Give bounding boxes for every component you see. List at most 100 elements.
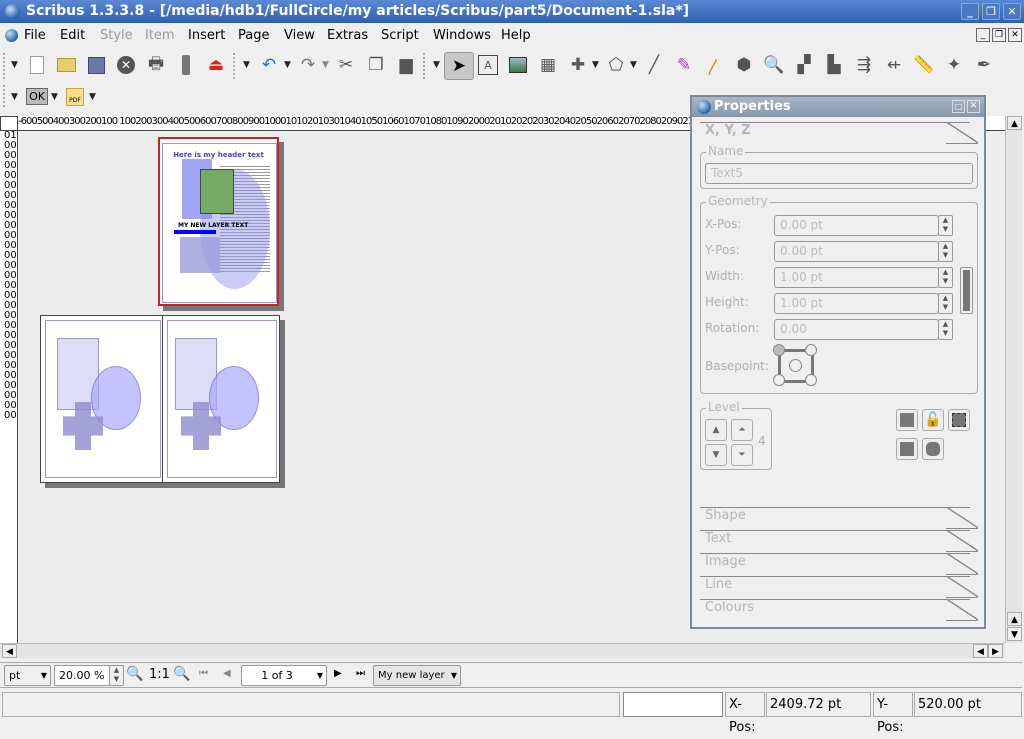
section-shape[interactable]: Shape [700, 507, 978, 529]
toolbar-grip[interactable] [3, 53, 6, 79]
height-spinner[interactable]: ▲ ▼ [938, 293, 953, 314]
printing-enabled-button[interactable] [922, 438, 944, 460]
ruler-origin[interactable] [0, 116, 18, 131]
section-colours[interactable]: Colours [700, 599, 978, 621]
section-text[interactable]: Text [700, 530, 978, 552]
menu-extras[interactable]: Extras [327, 24, 368, 47]
maximize-button[interactable]: ❐ [982, 3, 1000, 20]
zoom-spinner[interactable]: ▲ ▼ [109, 665, 124, 686]
unlink-frames-icon[interactable]: ⇷ [882, 53, 906, 77]
polygon-dropdown[interactable]: ▼ [630, 60, 637, 70]
ypos-field[interactable]: 0.00 pt [774, 241, 939, 262]
float-panel-button[interactable]: □ [952, 100, 965, 113]
open-folder-icon[interactable] [54, 53, 78, 77]
link-frames-icon[interactable]: ⇶ [852, 53, 876, 77]
text-frame-icon[interactable]: A [478, 55, 498, 75]
polygon-icon[interactable]: ⬠ [604, 53, 628, 77]
xpos-spinner[interactable]: ▲ ▼ [938, 215, 953, 236]
toolbar-dropdown[interactable]: ▼ [11, 92, 18, 102]
eyedropper-icon[interactable]: ✒ [972, 53, 996, 77]
minimize-button[interactable]: _ [961, 3, 979, 20]
rotation-spinner[interactable]: ▲ ▼ [938, 319, 953, 340]
redo-dropdown[interactable]: ▼ [322, 60, 329, 70]
toolbar-dropdown[interactable]: ▼ [11, 60, 18, 70]
flip-horizontal-button[interactable] [896, 409, 918, 431]
close-document-icon[interactable]: ✕ [114, 53, 138, 77]
section-line[interactable]: Line [700, 576, 978, 598]
zoom-reset-button[interactable]: 1:1 [149, 667, 170, 682]
scroll-up-button[interactable]: ▲ [1007, 116, 1022, 130]
print-icon[interactable]: 🖶 [144, 53, 168, 77]
name-field[interactable]: Text5 [705, 163, 973, 184]
mdi-restore-button[interactable]: ❐ [992, 28, 1006, 42]
last-page-button[interactable]: ⏭ [356, 668, 365, 679]
horizontal-scrollbar[interactable]: ◀ ◀ ▶ [0, 643, 1005, 658]
width-spinner[interactable]: ▲ ▼ [938, 267, 953, 288]
save-icon[interactable] [84, 53, 108, 77]
copy-properties-icon[interactable]: ✦ [942, 53, 966, 77]
shape-icon[interactable]: ✚ [566, 53, 590, 77]
zoom-in-icon[interactable]: 🔍 [173, 666, 190, 682]
scroll-down-button[interactable]: ▼ [1007, 627, 1022, 641]
page-3[interactable] [162, 315, 280, 483]
close-panel-button[interactable]: ✕ [967, 100, 980, 113]
properties-title[interactable]: Properties [692, 97, 984, 117]
redo-icon[interactable]: ↷ [296, 53, 320, 77]
scroll-left-button-right[interactable]: ◀ [973, 644, 988, 658]
close-button[interactable]: ✕ [1003, 3, 1021, 20]
toolbar-dropdown[interactable]: ▼ [243, 60, 250, 70]
next-page-button[interactable]: ▶ [334, 668, 342, 679]
ypos-spinner[interactable]: ▲ ▼ [938, 241, 953, 262]
pdf-push-button[interactable]: OK [26, 88, 48, 105]
raise-level-button[interactable]: ▲ [705, 419, 727, 441]
scroll-left-button[interactable]: ◀ [2, 644, 17, 658]
menu-page[interactable]: Page [238, 24, 269, 47]
pdf-field-dropdown[interactable]: ▼ [51, 92, 58, 102]
width-field[interactable]: 1.00 pt [774, 267, 939, 288]
header-text[interactable]: Here is my header text [160, 151, 277, 159]
measurements-icon[interactable]: 📏 [912, 53, 936, 77]
rotate-item-icon[interactable]: ⬢ [732, 53, 756, 77]
preflight-icon[interactable] [174, 53, 198, 77]
zoom-icon[interactable]: 🔍 [762, 53, 786, 77]
toolbar-grip[interactable] [3, 85, 6, 107]
unit-select[interactable]: pt ▼ [4, 665, 51, 686]
undo-dropdown[interactable]: ▼ [284, 60, 291, 70]
menu-style[interactable]: Style [100, 24, 133, 47]
pdf-annotation-dropdown[interactable]: ▼ [89, 92, 96, 102]
mdi-close-button[interactable]: ✕ [1008, 28, 1022, 42]
export-pdf-icon[interactable]: ⏏ [204, 53, 228, 77]
rotation-field[interactable]: 0.00 [774, 319, 939, 340]
zoom-out-icon[interactable]: 🔍 [126, 666, 143, 682]
select-item-icon[interactable]: ➤ [444, 52, 474, 80]
zoom-field[interactable]: 20.00 % [54, 665, 110, 686]
edit-text-icon[interactable]: ▙ [822, 53, 846, 77]
page-1[interactable]: Here is my header text MY NEW LAYER TEXT [158, 137, 279, 306]
vertical-scrollbar[interactable]: ▲ ▲ ▼ [1005, 116, 1022, 643]
lock-icon[interactable]: 🔓 [922, 409, 944, 431]
toolbar-dropdown[interactable]: ▼ [433, 60, 440, 70]
lower-to-bottom-button[interactable]: ⏷ [731, 444, 753, 466]
menu-windows[interactable]: Windows [433, 24, 491, 47]
line-icon[interactable]: ╱ [642, 53, 666, 77]
menu-insert[interactable]: Insert [188, 24, 225, 47]
first-page-button[interactable]: ⏮ [199, 668, 208, 679]
mdi-minimize-button[interactable]: _ [976, 28, 990, 42]
section-xyz[interactable]: X, Y, Z [700, 122, 978, 144]
cut-icon[interactable]: ✂ [334, 53, 358, 77]
menu-view[interactable]: View [284, 24, 315, 47]
vertical-ruler[interactable]: 0100000000000000000000000000000000000000… [0, 131, 18, 643]
menu-help[interactable]: Help [501, 24, 531, 47]
height-field[interactable]: 1.00 pt [774, 293, 939, 314]
scroll-right-button[interactable]: ▶ [988, 644, 1003, 658]
layer-select[interactable]: My new layer ▼ [373, 665, 461, 686]
page-select[interactable]: 1 of 3 ▼ [241, 665, 327, 686]
new-document-icon[interactable] [25, 53, 49, 77]
freehand-line-icon[interactable]: 〳 [702, 53, 726, 78]
menu-script[interactable]: Script [381, 24, 419, 47]
image-frame-icon[interactable] [506, 53, 530, 77]
xpos-field[interactable]: 0.00 pt [774, 215, 939, 236]
page-2[interactable] [40, 315, 164, 483]
section-image[interactable]: Image [700, 553, 978, 575]
lower-level-button[interactable]: ▼ [705, 444, 727, 466]
